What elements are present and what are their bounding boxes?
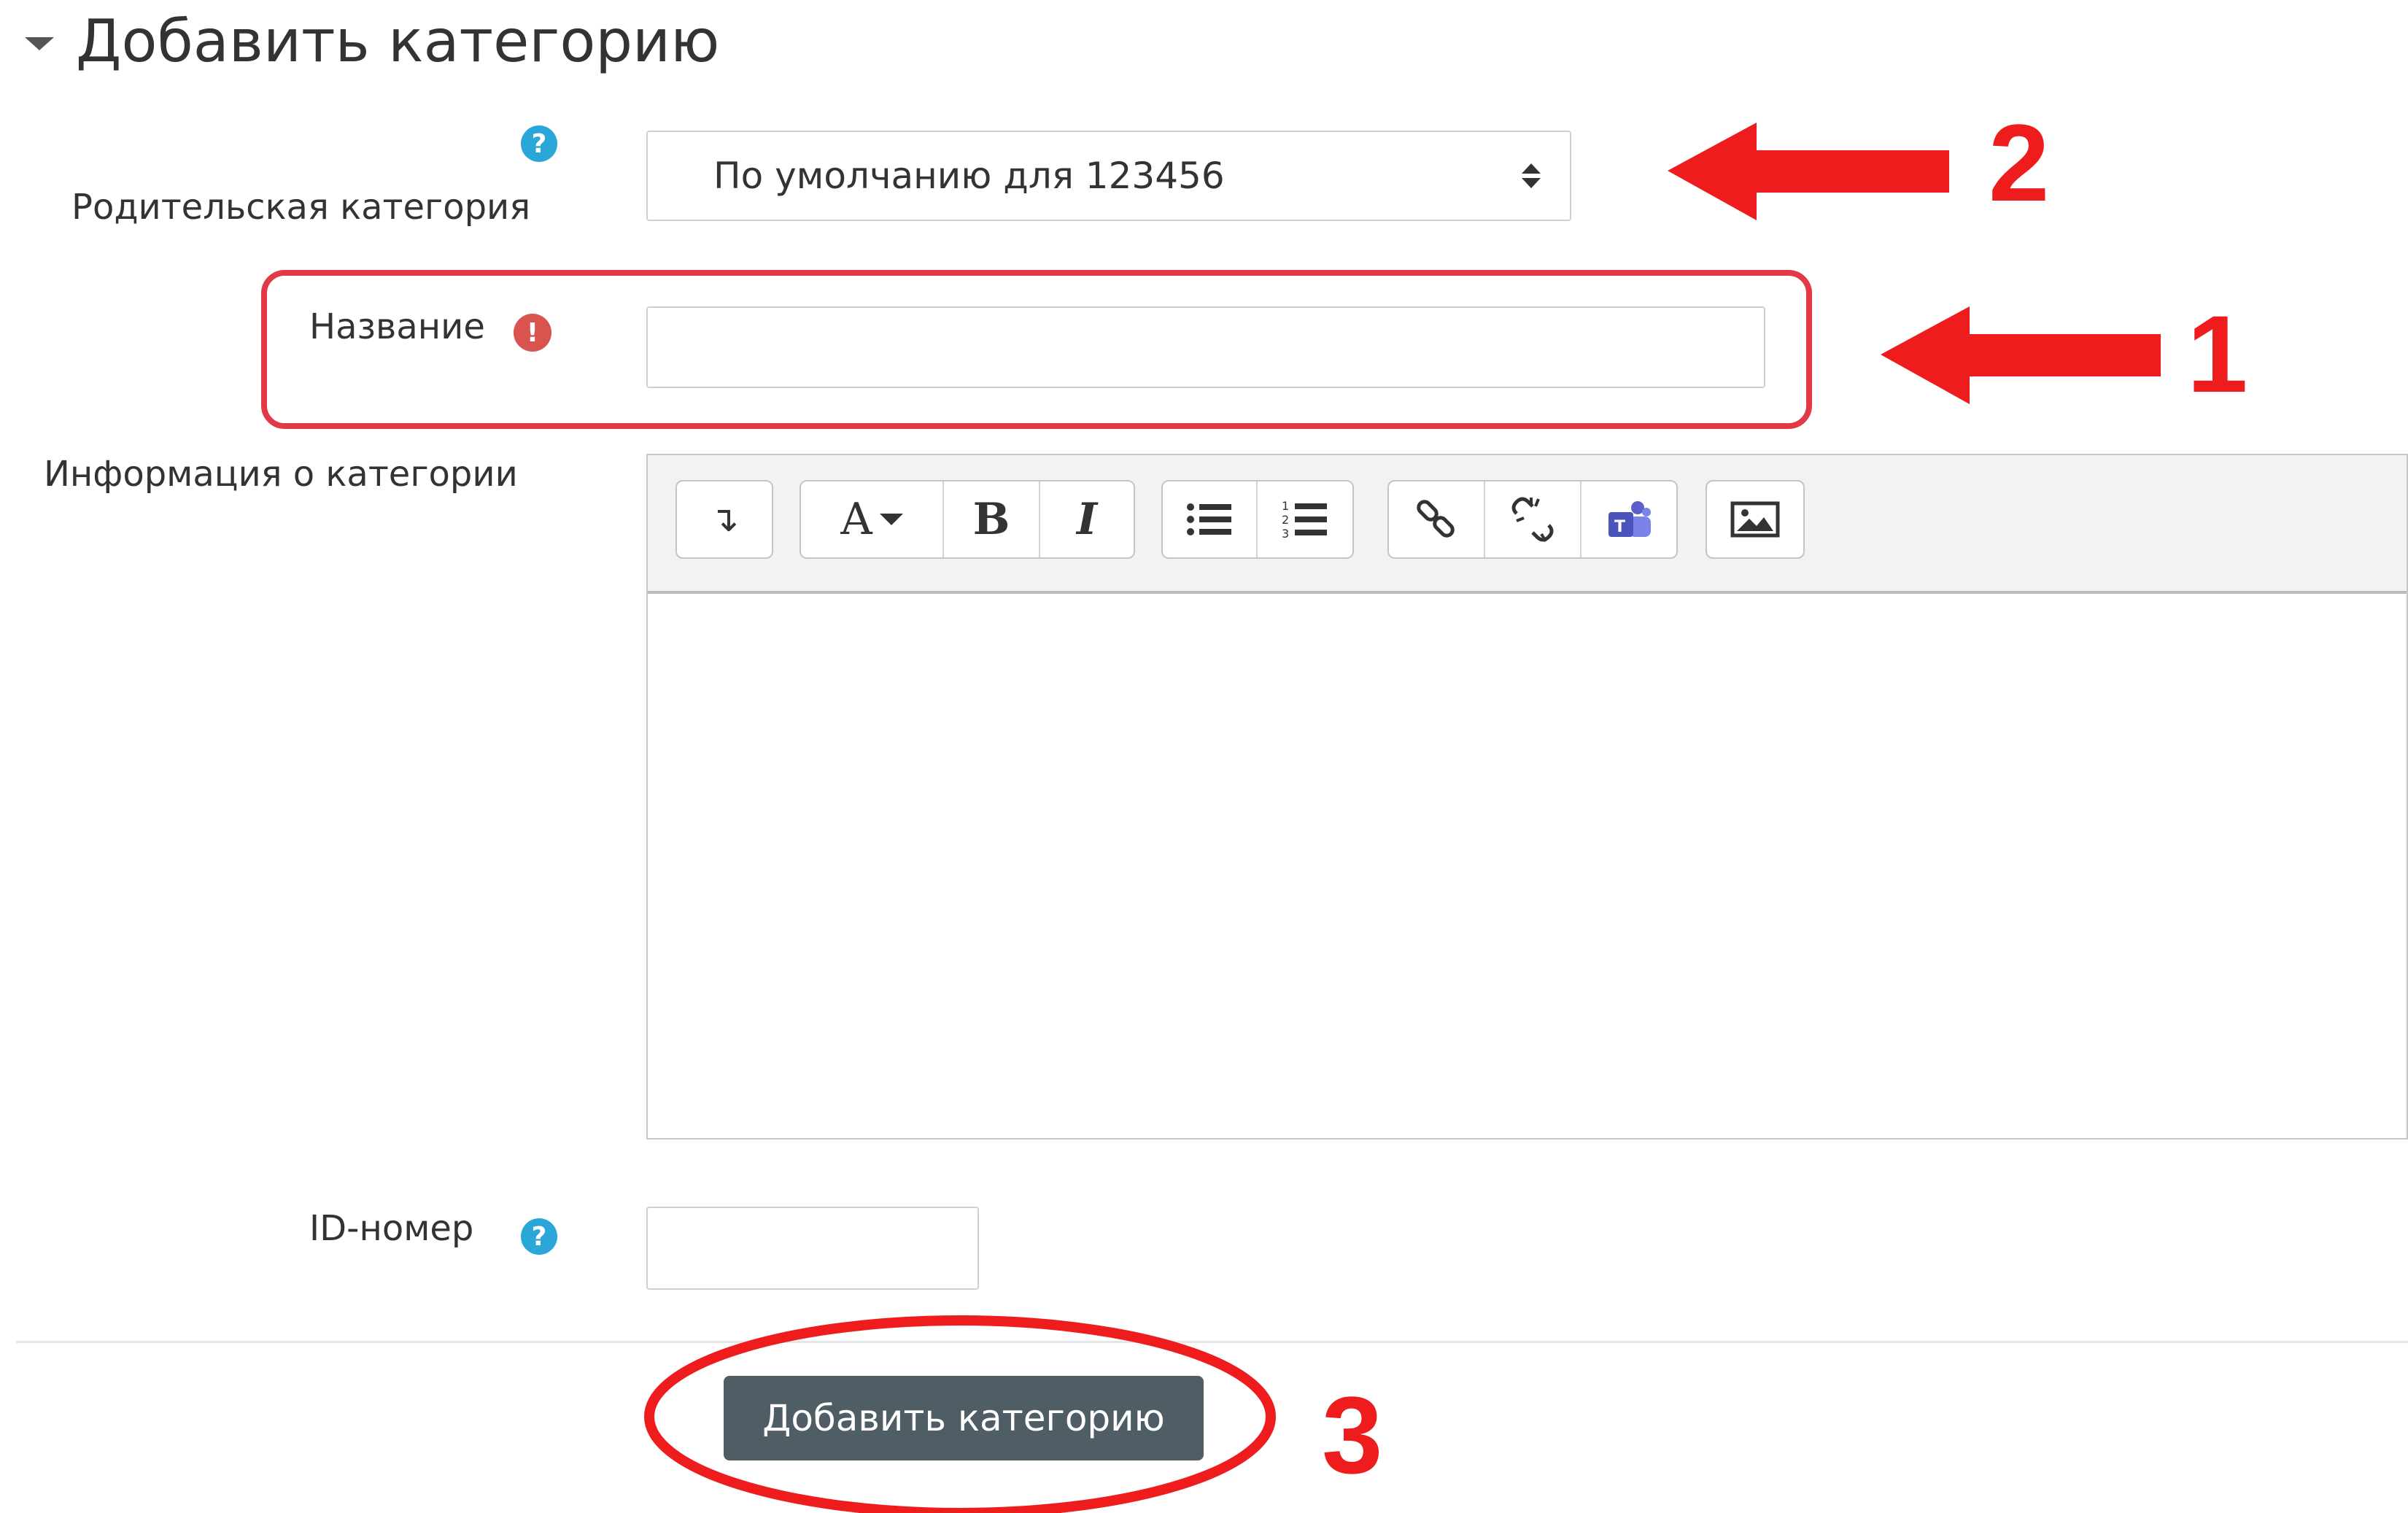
editor-toolbar: ↴ A B I 1 2 3 T (648, 455, 2407, 594)
image-button[interactable] (1707, 481, 1803, 557)
teams-button[interactable]: T (1582, 481, 1676, 557)
unordered-list-button[interactable] (1163, 481, 1258, 557)
unlink-button[interactable] (1485, 481, 1582, 557)
name-input[interactable] (646, 306, 1765, 388)
section-title: Добавить категорию (76, 7, 720, 75)
section-header[interactable]: Добавить категорию (25, 7, 719, 75)
toolbar-group-links: T (1387, 480, 1678, 559)
link-icon (1417, 500, 1455, 538)
required-icon: ! (514, 314, 551, 352)
help-icon[interactable]: ? (521, 125, 557, 162)
parent-category-label: Родительская категория (71, 187, 531, 228)
description-label: Информация о категории (44, 454, 518, 495)
collapse-caret-icon[interactable] (25, 36, 54, 50)
ordered-list-button[interactable]: 1 2 3 (1258, 481, 1352, 557)
annotation-number-3: 3 (1322, 1374, 1383, 1496)
font-style-dropdown[interactable]: A (801, 481, 944, 557)
parent-category-select[interactable]: По умолчанию для 123456 (646, 131, 1571, 221)
dropdown-caret-icon (879, 514, 903, 525)
italic-button[interactable]: I (1040, 481, 1134, 557)
show-more-buttons-icon[interactable]: ↴ (677, 481, 772, 557)
toolbar-group-media (1706, 480, 1805, 559)
svg-text:1: 1 (1282, 499, 1289, 513)
idnumber-label: ID-номер (309, 1208, 474, 1249)
parent-category-value: По умолчанию для 123456 (713, 155, 1225, 197)
toolbar-group-collapse: ↴ (675, 480, 773, 559)
unordered-list-icon (1187, 503, 1231, 535)
annotation-arrow-1 (1881, 306, 2161, 404)
name-label: Название (309, 306, 485, 347)
unlink-icon (1511, 497, 1554, 543)
ordered-list-icon: 1 2 3 (1282, 499, 1327, 540)
help-icon[interactable]: ? (521, 1218, 557, 1255)
font-style-label: A (840, 494, 872, 545)
svg-text:2: 2 (1282, 513, 1289, 527)
toolbar-group-style: A B I (800, 480, 1135, 559)
toolbar-group-lists: 1 2 3 (1161, 480, 1354, 559)
image-icon (1730, 501, 1780, 538)
svg-text:3: 3 (1282, 527, 1289, 540)
idnumber-input[interactable] (646, 1207, 979, 1290)
add-category-button[interactable]: Добавить категорию (724, 1376, 1204, 1460)
teams-icon: T (1608, 501, 1651, 537)
annotation-arrow-2 (1668, 123, 1949, 220)
link-button[interactable] (1389, 481, 1485, 557)
annotation-number-2: 2 (1989, 101, 2050, 224)
select-caret-icon (1522, 163, 1541, 188)
bold-button[interactable]: B (944, 481, 1040, 557)
annotation-number-1: 1 (2187, 293, 2248, 415)
svg-text:T: T (1614, 518, 1625, 536)
description-editor[interactable]: ↴ A B I 1 2 3 T (646, 454, 2408, 1139)
